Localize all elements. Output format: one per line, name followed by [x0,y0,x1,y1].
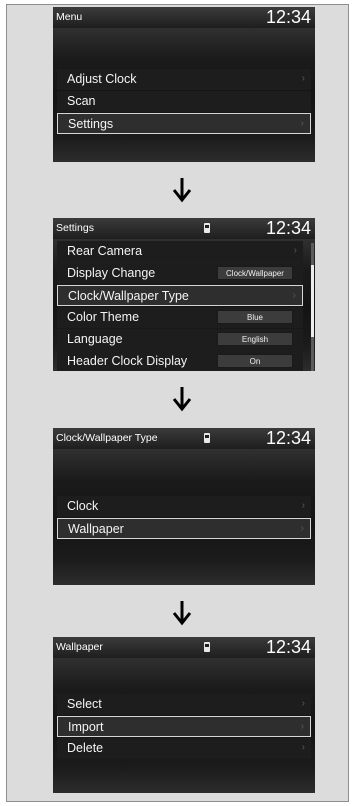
settings-screen: Settings 12:34 Rear Camera › Display Cha… [53,218,315,376]
screen-header: Clock/Wallpaper Type 12:34 [53,428,315,449]
setting-value-badge: English [217,332,293,346]
screen-header: Menu 12:34 [53,7,315,28]
menu-item-label: Scan [67,94,96,108]
screen-title: Clock/Wallpaper Type [56,432,158,444]
wallpaper-item-label: Import [68,720,104,734]
header-clock: 12:34 [265,428,311,448]
phone-icon [204,223,210,233]
menu-item-scan[interactable]: Scan [57,91,311,112]
settings-item-label: Color Theme [67,310,140,324]
chevron-right-icon: › [301,500,305,511]
screen-title: Wallpaper [56,641,103,653]
header-clock: 12:34 [265,218,311,238]
screen-title: Settings [56,222,94,234]
wallpaper-item-select[interactable]: Select › [57,694,311,715]
header-clock: 12:34 [265,7,311,27]
chevron-right-icon: › [300,721,304,732]
chevron-right-icon: › [301,742,305,753]
settings-item-header-clock-display[interactable]: Header Clock Display On [57,351,303,372]
type-item-label: Clock [67,499,99,513]
settings-item-display-change[interactable]: Display Change Clock/Wallpaper [57,263,303,284]
menu-item-label: Adjust Clock [67,72,137,86]
clock-wallpaper-type-screen: Clock/Wallpaper Type 12:34 Clock › Wallp… [53,428,315,590]
down-arrow-icon [172,601,192,626]
settings-item-label: Clock/Wallpaper Type [68,289,189,303]
type-item-label: Wallpaper [68,522,124,536]
scrollbar-thumb[interactable] [311,265,314,337]
settings-item-label: Language [67,332,123,346]
down-arrow-icon [172,387,192,412]
chevron-right-icon: › [292,290,296,301]
settings-item-clock-wallpaper-type[interactable]: Clock/Wallpaper Type › [57,285,303,306]
settings-item-color-theme[interactable]: Color Theme Blue [57,307,303,328]
wallpaper-screen: Wallpaper 12:34 Select › Import › Delete… [53,637,315,798]
setting-value-badge: Clock/Wallpaper [217,266,293,280]
type-item-clock[interactable]: Clock › [57,496,311,517]
wallpaper-item-label: Select [67,697,102,711]
wallpaper-item-import[interactable]: Import › [57,716,311,737]
settings-item-label: Display Change [67,266,156,280]
screen-header: Wallpaper 12:34 [53,637,315,658]
down-arrow-icon [172,178,192,203]
chevron-right-icon: › [300,523,304,534]
type-item-wallpaper[interactable]: Wallpaper › [57,518,311,539]
screen-title: Menu [56,11,83,23]
phone-icon [204,433,210,443]
settings-item-label: Rear Camera [67,244,143,258]
chevron-right-icon: › [301,73,305,84]
chevron-right-icon: › [300,118,304,129]
menu-screen: Menu 12:34 Adjust Clock › Scan Settings … [53,7,315,167]
scrollbar[interactable] [311,243,314,371]
chevron-right-icon: › [293,245,297,256]
setting-value-badge: On [217,354,293,368]
wallpaper-item-label: Delete [67,741,104,755]
phone-icon [204,642,210,652]
menu-item-label: Settings [68,117,114,131]
setting-value-badge: Blue [217,310,293,324]
chevron-right-icon: › [301,698,305,709]
menu-item-adjust-clock[interactable]: Adjust Clock › [57,69,311,90]
menu-item-settings[interactable]: Settings › [57,113,311,134]
settings-item-rear-camera[interactable]: Rear Camera › [57,241,303,262]
screen-header: Settings 12:34 [53,218,315,239]
header-clock: 12:34 [265,637,311,657]
wallpaper-item-delete[interactable]: Delete › [57,738,311,759]
settings-item-language[interactable]: Language English [57,329,303,350]
settings-item-label: Header Clock Display [67,354,188,368]
